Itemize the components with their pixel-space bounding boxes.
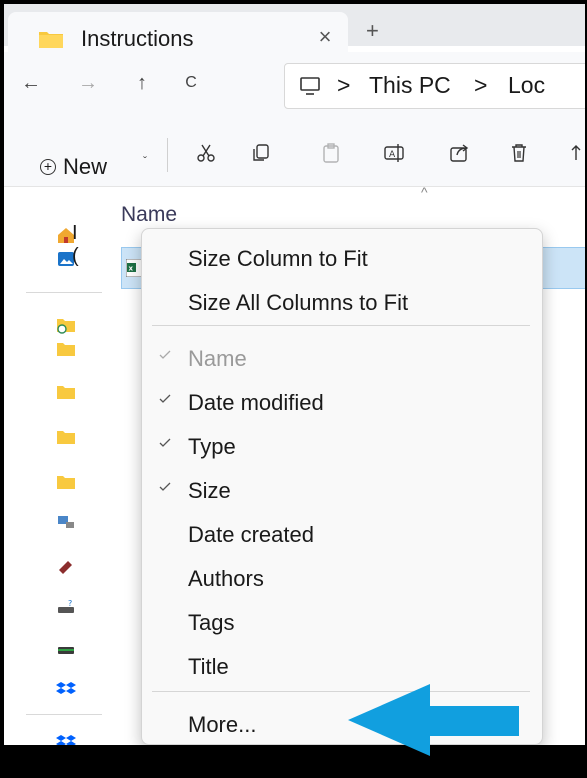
breadcrumb-separator: > (474, 72, 488, 98)
menu-item-tags[interactable]: Tags (142, 601, 542, 641)
share-icon[interactable] (448, 142, 470, 164)
svg-text:?: ? (68, 599, 72, 608)
navigation-pane: I ( ? (4, 187, 104, 745)
menu-item-title[interactable]: Title (142, 645, 542, 685)
tab-title: Instructions (81, 26, 194, 51)
plus-icon[interactable]: + (366, 18, 379, 44)
close-icon[interactable]: × (313, 24, 337, 50)
tab-strip: Instructions × + (4, 4, 585, 52)
folder-icon (39, 32, 63, 48)
divider (167, 138, 168, 172)
annotation-arrow-icon (348, 684, 519, 756)
new-label: New (63, 154, 108, 179)
sort-icon[interactable] (570, 142, 585, 164)
menu-item-name: Name (142, 337, 542, 377)
cut-icon[interactable] (195, 142, 217, 164)
sidebar-separator (26, 292, 102, 293)
folder-icon[interactable] (56, 472, 76, 492)
monitor-icon (300, 77, 320, 95)
refresh-icon[interactable]: C (178, 74, 204, 92)
menu-item-type[interactable]: Type (142, 425, 542, 465)
column-context-menu: Size Column to Fit Size All Columns to F… (141, 228, 543, 745)
delete-icon[interactable] (508, 142, 530, 164)
tab-instructions[interactable]: Instructions × (8, 12, 348, 52)
usb-drive-icon[interactable] (56, 555, 76, 575)
svg-text:A: A (389, 150, 396, 160)
file-explorer-window: Instructions × + ← → ↑ C > This PC > Loc… (4, 4, 585, 745)
folder-icon[interactable] (56, 382, 76, 402)
chevron-down-icon: ˇ (143, 154, 147, 168)
paste-icon[interactable] (320, 142, 342, 164)
menu-item-authors[interactable]: Authors (142, 557, 542, 597)
folder-icon[interactable] (56, 339, 76, 359)
dropbox-icon[interactable] (56, 679, 76, 699)
sort-caret-icon: ^ (421, 184, 428, 200)
breadcrumb-local-disk[interactable]: Loc (508, 72, 545, 99)
back-arrow-icon[interactable]: ← (18, 72, 44, 95)
copy-icon[interactable] (250, 142, 272, 164)
sidebar-separator (26, 714, 102, 715)
up-arrow-icon[interactable]: ↑ (129, 72, 155, 95)
plus-icon: + (40, 159, 56, 175)
drive-icon[interactable] (56, 639, 76, 659)
menu-item-size[interactable]: Size (142, 469, 542, 509)
menu-separator (152, 325, 530, 326)
sidebar-item-gallery-label: ( (72, 245, 79, 267)
menu-item-date-modified[interactable]: Date modified (142, 381, 542, 421)
network-drive-icon[interactable] (56, 512, 76, 532)
command-bar: + New ˇ A (4, 116, 585, 187)
menu-item-size-column-to-fit[interactable]: Size Column to Fit (142, 237, 542, 277)
checkmark-icon (159, 394, 171, 403)
dropbox-icon[interactable] (56, 732, 76, 745)
checkmark-icon (159, 482, 171, 491)
sidebar-item-home-label: I (72, 222, 78, 244)
folder-icon[interactable] (56, 427, 76, 447)
breadcrumb-separator: > (337, 72, 351, 98)
column-header-name[interactable]: Name (121, 203, 177, 227)
excel-file-icon: x (126, 259, 142, 277)
address-bar[interactable]: > This PC > Loc (284, 63, 585, 109)
drive-icon[interactable]: ? (56, 597, 76, 617)
svg-text:x: x (129, 265, 134, 273)
downloads-folder-icon[interactable] (56, 315, 76, 335)
new-button[interactable]: + New ˇ (40, 154, 147, 180)
menu-item-size-all-columns-to-fit[interactable]: Size All Columns to Fit (142, 281, 542, 321)
forward-arrow-icon[interactable]: → (75, 72, 101, 95)
address-row: ← → ↑ C > This PC > Loc (4, 52, 585, 116)
rename-icon[interactable]: A (383, 142, 405, 164)
breadcrumb-this-pc[interactable]: This PC (369, 72, 451, 99)
checkmark-icon (159, 438, 171, 447)
menu-item-date-created[interactable]: Date created (142, 513, 542, 553)
checkmark-icon (159, 350, 171, 359)
